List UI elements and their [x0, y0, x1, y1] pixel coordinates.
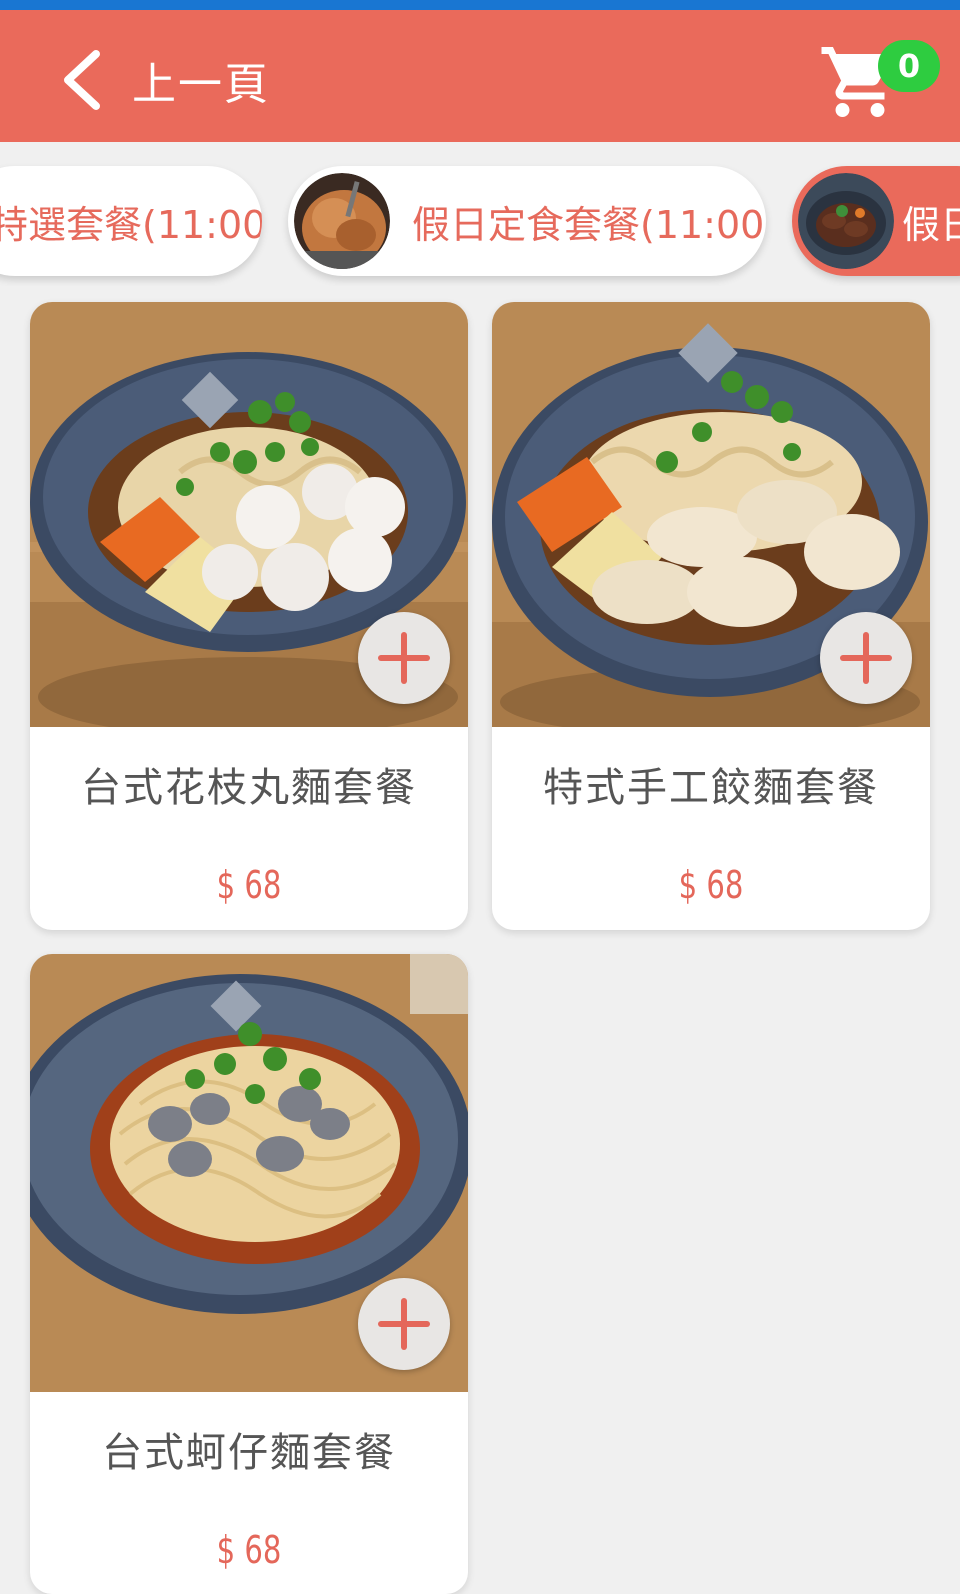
add-to-cart-button[interactable] [820, 612, 912, 704]
category-label: 假日 [902, 202, 960, 247]
category-thumbnail [798, 173, 894, 269]
menu-item-photo [30, 302, 468, 727]
plus-icon [378, 1298, 430, 1350]
plus-icon [840, 632, 892, 684]
category-strip: 特選套餐(11:00... 假日定食套餐(11:00... [0, 160, 960, 286]
menu-item-name: 台式蚵仔麵套餐 [102, 1430, 396, 1476]
category-label: 假日定食套餐(11:00... [412, 202, 766, 247]
menu-item-price: $ 68 [678, 863, 744, 907]
menu-item-card[interactable]: 台式蚵仔麵套餐 $ 68 [30, 954, 468, 1594]
plus-icon [378, 632, 430, 684]
cart-count-badge: 0 [878, 40, 940, 92]
back-label: 上一頁 [132, 59, 270, 110]
category-tab-special-set[interactable]: 特選套餐(11:00... [0, 166, 262, 276]
chevron-left-icon [64, 50, 100, 110]
menu-item-name: 特式手工餃麵套餐 [543, 765, 879, 811]
app-header: 上一頁 0 [0, 10, 960, 142]
menu-item-photo [30, 954, 468, 1392]
menu-item-card[interactable]: 特式手工餃麵套餐 $ 68 [492, 302, 930, 930]
add-to-cart-button[interactable] [358, 1278, 450, 1370]
menu-item-name: 台式花枝丸麵套餐 [81, 765, 417, 811]
category-thumbnail [294, 173, 390, 269]
menu-item-photo [492, 302, 930, 727]
menu-item-price: $ 68 [216, 863, 282, 907]
category-label: 特選套餐(11:00... [0, 202, 262, 247]
back-button[interactable]: 上一頁 [58, 44, 270, 116]
category-tab-holiday[interactable]: 假日 [792, 166, 960, 276]
menu-item-price: $ 68 [216, 1528, 282, 1572]
add-to-cart-button[interactable] [358, 612, 450, 704]
status-bar [0, 0, 960, 10]
menu-item-card[interactable]: 台式花枝丸麵套餐 $ 68 [30, 302, 468, 930]
category-tab-holiday-set-meal[interactable]: 假日定食套餐(11:00... [288, 166, 766, 276]
